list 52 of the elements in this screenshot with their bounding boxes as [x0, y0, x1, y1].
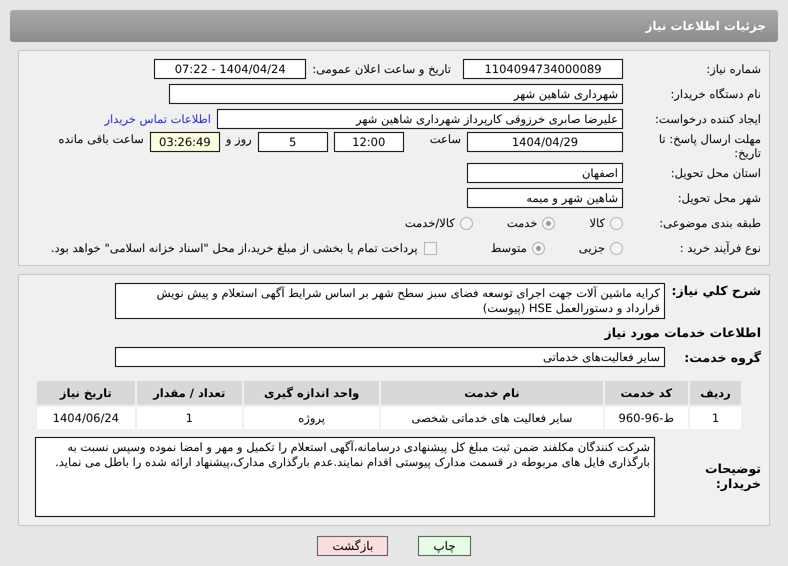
deadline-time-field[interactable]: 12:00 — [334, 132, 404, 152]
table-cell: ط-96-960 — [604, 406, 690, 430]
column-header: تاریخ نیاز — [36, 380, 136, 406]
field-label: توضیحات خریدار: — [704, 461, 761, 491]
time-label: ساعت — [430, 132, 461, 146]
column-header: تعداد / مقدار — [136, 380, 243, 406]
process-radio[interactable]: متوسط — [490, 241, 545, 255]
province-field[interactable]: اصفهان — [467, 163, 623, 183]
field-label: استان محل تحویل: — [670, 166, 761, 180]
table-cell: 1 — [689, 406, 742, 430]
category-radio[interactable]: کالا/خدمت — [404, 216, 473, 230]
deadline-date-field[interactable]: 1404/04/29 — [467, 132, 623, 152]
page-title: جزئیات اطلاعات نیاز — [645, 19, 766, 33]
table-cell: پروژه — [242, 406, 380, 430]
payment-label: پرداخت تمام یا بخشی از مبلغ خرید،از محل "اسناد خزانه اسلامی" خواهد بود. — [50, 241, 418, 255]
field-label: شهر محل تحویل: — [676, 191, 761, 205]
field-label: گروه خدمت: — [683, 350, 761, 364]
buyer-org-field[interactable]: شهرداری شاهین شهر — [169, 84, 623, 104]
buyer-notes-field[interactable]: شرکت کنندگان مکلفند ضمن ثبت مبلغ کل پیشنهادی درسامانه،آگهی استعلام را تکمیل و مهر و امضا نموده وسپس نسبت به بارگذاری فایل های مربوطه در قسمت مدارک پیوستی اقدام نمایند.عدم بارگذاری مدارک،پیشنهاد ارائه شده را باطل می نماید. — [35, 437, 655, 517]
need-number-field[interactable]: 1104094734000089 — [463, 59, 623, 79]
days-field[interactable]: 5 — [258, 132, 328, 152]
section-title: اطلاعات خدمات مورد نیاز — [604, 324, 761, 340]
field-label: شماره نیاز: — [705, 62, 761, 76]
field-label: مهلت ارسال پاسخ: تا تاریخ: — [658, 132, 761, 160]
field-label: ایجاد کننده درخواست: — [654, 112, 761, 126]
field-label: نام دستگاه خریدار: — [669, 87, 761, 101]
days-label: روز و — [226, 132, 252, 146]
table-cell: سایر فعالیت های خدماتی شخصی — [380, 406, 604, 430]
column-header: نام خدمت — [380, 380, 604, 406]
description-field[interactable]: کرایه ماشین آلات جهت اجرای توسعه فضای سبز سطح شهر بر اساس شرایط آگهی استعلام و پیش نویش قرارداد و دستورالعمل HSE (پیوست) — [115, 283, 665, 319]
payment-checkbox[interactable] — [424, 242, 437, 254]
contact-link[interactable]: اطلاعات تماس خریدار — [104, 112, 211, 126]
field-label: طبقه بندی موضوعی: — [658, 216, 761, 230]
category-radio[interactable]: کالا — [589, 216, 623, 230]
field-label: نوع فرآیند خرید : — [678, 241, 761, 255]
city-field[interactable]: شاهین شهر و میمه — [467, 188, 623, 208]
table-cell: 1404/06/24 — [36, 406, 136, 430]
category-radio[interactable]: خدمت — [506, 216, 556, 230]
remaining-label: ساعت باقی مانده — [58, 132, 144, 146]
announce-date-field[interactable]: 1404/04/24 - 07:22 — [154, 59, 306, 79]
remaining-time-field[interactable]: 03:26:49 — [150, 132, 220, 152]
service-group-field[interactable]: سایر فعالیت‌های خدماتی — [115, 347, 665, 367]
column-header: واحد اندازه گیری — [242, 380, 380, 406]
action-button[interactable]: چاپ — [418, 536, 471, 556]
requester-field[interactable]: علیرضا صابری خرزوقی کارپرداز شهرداری شاهین شهر — [217, 109, 623, 129]
field-label: شرح کلي نياز: — [671, 283, 761, 298]
table-cell: 1 — [136, 406, 243, 430]
process-radio[interactable]: جزیی — [578, 241, 623, 255]
column-header: ردیف — [689, 380, 742, 406]
action-button[interactable]: بازگشت — [317, 536, 388, 556]
field-label: تاریخ و ساعت اعلان عمومی: — [312, 62, 451, 76]
column-header: کد خدمت — [604, 380, 690, 406]
